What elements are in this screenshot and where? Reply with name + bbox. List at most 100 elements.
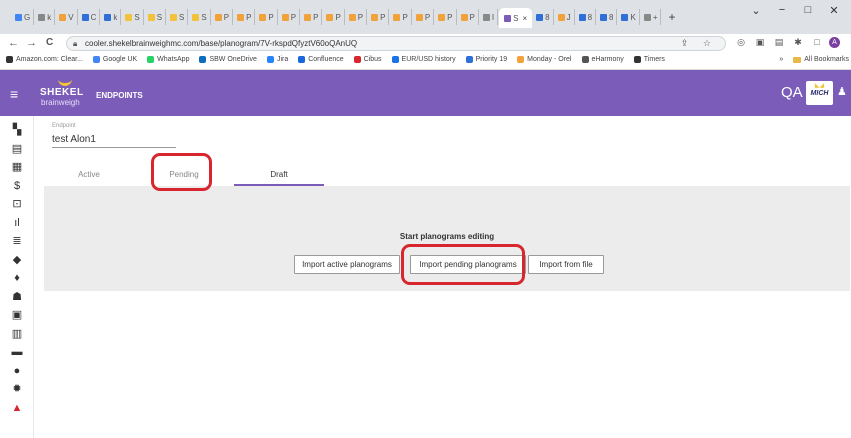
location-icon[interactable]: ♦	[11, 272, 23, 284]
browser-tab[interactable]: 8	[576, 9, 597, 25]
browser-menu-icon[interactable]: ⋮	[845, 37, 851, 48]
browser-tab[interactable]: 8	[597, 9, 618, 25]
tab-draft[interactable]: Draft	[234, 170, 324, 179]
all-bookmarks[interactable]: » All Bookmarks	[779, 56, 849, 63]
grid-icon[interactable]: ▦	[11, 161, 23, 173]
share-bookmark-icons[interactable]: ⇪ ☆	[681, 38, 717, 49]
dashboard-icon[interactable]: ▚	[11, 124, 23, 136]
browser-tab[interactable]: P	[346, 9, 368, 25]
browser-tab[interactable]: P	[368, 9, 390, 25]
tab-favicon-icon	[348, 13, 356, 21]
bookmark-favicon-icon	[199, 56, 207, 63]
menu-icon[interactable]: ≡	[10, 86, 18, 102]
browser-tab[interactable]: S	[189, 9, 211, 25]
browser-tab[interactable]: I	[480, 9, 499, 25]
tag-icon[interactable]: ◆	[11, 254, 23, 266]
browser-toolbar: ← → C 🔒︎ cooler.shekelbrainweighmc.com/b…	[0, 34, 851, 54]
profile-avatar[interactable]: A	[829, 37, 840, 48]
import-file-button[interactable]: Import from file	[528, 255, 604, 274]
bookmark-favicon-icon	[465, 56, 473, 63]
browser-tab[interactable]: P	[256, 9, 278, 25]
truck-icon[interactable]: ▬	[11, 346, 23, 358]
browser-tab[interactable]: K	[618, 9, 640, 25]
browser-tab[interactable]: +	[641, 9, 662, 25]
address-bar[interactable]: 🔒︎ cooler.shekelbrainweighmc.com/base/pl…	[66, 36, 726, 51]
page-title: ENDPOINTS	[96, 91, 143, 100]
close-tab-icon[interactable]: ×	[522, 14, 527, 23]
reload-button[interactable]: C	[46, 37, 53, 48]
bookmark-item[interactable]: Cibus	[353, 56, 382, 63]
browser-tab[interactable]: P	[301, 9, 323, 25]
bookmark-item[interactable]: SBW OneDrive	[199, 56, 257, 63]
browser-tab[interactable]: J	[555, 9, 575, 25]
back-button[interactable]: ←	[8, 37, 19, 49]
bookmark-item[interactable]: Confluence	[298, 56, 344, 63]
browser-tab[interactable]: S	[145, 9, 167, 25]
extension-icon[interactable]: ▣	[753, 37, 767, 48]
extension-icon[interactable]: ✱	[791, 37, 805, 48]
bookmarks-overflow-icon[interactable]: »	[779, 56, 783, 63]
extension-icon[interactable]: ◎	[734, 37, 748, 48]
browser-tab[interactable]: V	[56, 9, 78, 25]
import-icon[interactable]: ⊡	[11, 198, 23, 210]
extension-icon[interactable]: ▤	[772, 37, 786, 48]
endpoint-select[interactable]: test Alon1	[52, 134, 96, 145]
active-browser-tab[interactable]: S ×	[499, 8, 533, 28]
users-icon[interactable]: ☗	[11, 291, 23, 303]
info-icon[interactable]: ●	[11, 365, 23, 377]
bookmark-item[interactable]: eHarmony	[581, 56, 624, 63]
tab-pending[interactable]: Pending	[139, 170, 229, 179]
editor-panel: Start planograms editing Import active p…	[44, 186, 850, 291]
extension-icon[interactable]: □	[810, 37, 824, 48]
browser-tab[interactable]: P	[323, 9, 345, 25]
browser-tab[interactable]: C	[79, 9, 101, 25]
browser-tab[interactable]: k	[35, 9, 56, 25]
browser-tab[interactable]: P	[279, 9, 301, 25]
tab-favicon-icon	[237, 13, 245, 21]
report-icon[interactable]: ≣	[11, 235, 23, 247]
tab-active[interactable]: Active	[44, 170, 134, 179]
bookmark-item[interactable]: EUR/USD history	[391, 56, 456, 63]
tab-favicon-icon	[438, 13, 446, 21]
bookmark-favicon-icon	[581, 56, 589, 63]
bookmark-item[interactable]: Priority 19	[465, 56, 507, 63]
all-bookmarks-label[interactable]: All Bookmarks	[804, 56, 849, 63]
tab-search-icon[interactable]: ⌄	[743, 4, 769, 17]
bookmark-item[interactable]: Google UK	[92, 56, 137, 63]
minimize-button[interactable]: −	[769, 4, 795, 17]
browser-tab[interactable]: P	[234, 9, 256, 25]
bookmark-item[interactable]: WhatsApp	[147, 56, 189, 63]
url-text[interactable]: cooler.shekelbrainweighmc.com/base/plano…	[85, 39, 357, 48]
user-icon[interactable]: ♟	[837, 85, 847, 98]
import-pending-button[interactable]: Import pending planograms	[410, 255, 526, 274]
browser-tab[interactable]: P	[390, 9, 412, 25]
close-window-button[interactable]: ✕	[821, 4, 847, 17]
browser-tab[interactable]: S	[122, 9, 144, 25]
bookmark-label: Timers	[643, 56, 665, 63]
shekel-logo[interactable]: SHEKEL brainweigh	[40, 79, 92, 109]
tab-label: G	[24, 12, 31, 22]
browser-tab[interactable]: G	[12, 9, 35, 25]
alert-icon[interactable]: ▲	[11, 402, 23, 414]
planogram-icon[interactable]: ▤	[11, 143, 23, 155]
browser-tab[interactable]: P	[435, 9, 457, 25]
browser-tab[interactable]: k	[101, 9, 122, 25]
import-active-button[interactable]: Import active planograms	[294, 255, 400, 274]
browser-tab[interactable]: P	[212, 9, 234, 25]
browser-tab[interactable]: 8	[533, 9, 554, 25]
dollar-icon[interactable]: $	[11, 180, 23, 192]
bookmark-item[interactable]: Jira	[266, 56, 288, 63]
bookmark-item[interactable]: Amazon.com: Clear...	[6, 56, 83, 63]
building-icon[interactable]: ▥	[11, 328, 23, 340]
bar-chart-icon[interactable]: ıl	[11, 217, 23, 229]
maximize-button[interactable]: □	[795, 4, 821, 17]
settings-icon[interactable]: ✹	[11, 383, 23, 395]
browser-tab[interactable]: S	[167, 9, 189, 25]
new-tab-button[interactable]: +	[668, 10, 675, 24]
badge-icon[interactable]: ▣	[11, 309, 23, 321]
bookmark-item[interactable]: Monday - Orel	[517, 56, 572, 63]
bookmark-item[interactable]: Timers	[633, 56, 665, 63]
browser-tab[interactable]: P	[413, 9, 435, 25]
forward-button[interactable]: →	[26, 37, 37, 49]
browser-tab[interactable]: P	[458, 9, 479, 25]
